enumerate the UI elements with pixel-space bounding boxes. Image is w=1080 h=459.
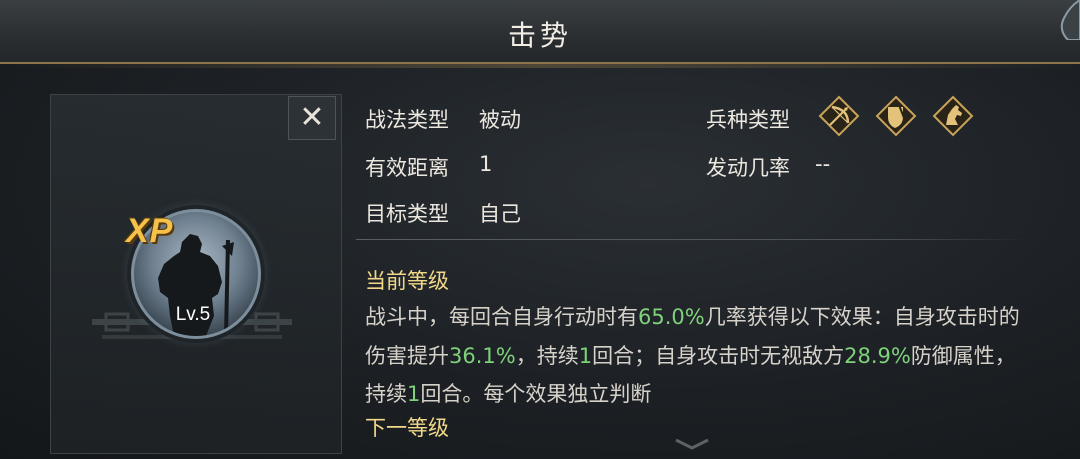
trigger-rate-value: -- [815,152,831,176]
highlight-value: 28.9% [844,343,911,368]
highlight-value: 1 [407,382,421,406]
current-level-heading: 当前等级 [365,269,449,293]
tactic-type-value: 被动 [479,108,521,132]
troop-type-label: 兵种类型 [706,108,790,132]
highlight-value: 1 [578,343,593,368]
highlight-value: 65.0% [638,305,705,329]
highlight-value: 36.1% [449,343,516,368]
bow-icon[interactable] [818,95,860,137]
tactic-type-label: 战法类型 [365,108,449,132]
description-text: 回合。每个效果独立判断 [420,382,652,406]
range-label: 有效距离 [365,156,449,180]
page-title: 击势 [507,19,572,52]
target-type-label: 目标类型 [365,202,449,226]
shield-icon[interactable] [875,95,917,137]
scroll-down-icon[interactable] [672,436,712,452]
description-text: ，持续 [515,343,579,368]
description-text: 战斗中，每回合自身行动时有 [365,305,638,329]
xp-badge: XP [126,212,174,250]
target-type-value: 自己 [479,202,521,226]
close-button[interactable]: ✕ [288,96,336,140]
horse-icon[interactable] [932,95,974,137]
trigger-rate-label: 发动几率 [706,156,790,180]
range-value: 1 [479,152,493,176]
level-label: Lv.5 [175,304,211,325]
title-bar: 击势 [0,0,1080,68]
next-level-heading: 下一等级 [365,416,449,440]
corner-ornament-icon [1060,0,1080,40]
description-text: 回合；自身攻击时无视敌方 [592,343,845,368]
current-level-description: 战斗中，每回合自身行动时有65.0%几率获得以下效果：自身攻击时的伤害提升36.… [365,298,1025,414]
section-divider [356,239,1028,240]
